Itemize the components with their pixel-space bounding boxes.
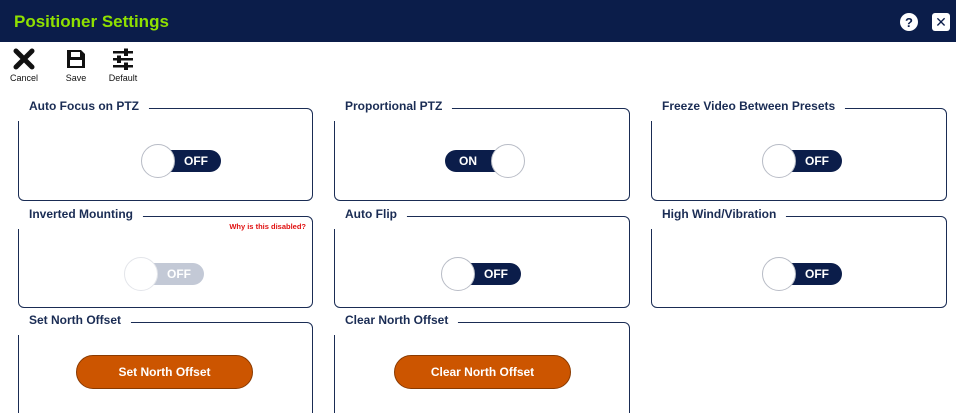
- setting-label: Proportional PTZ: [333, 97, 453, 121]
- toggle-knob: [762, 257, 796, 291]
- title-bar: Positioner Settings ? ✕: [0, 0, 956, 42]
- toggle-state: ON: [459, 154, 477, 168]
- setting-label: Freeze Video Between Presets: [650, 97, 846, 121]
- setting-label: Clear North Offset: [333, 311, 459, 335]
- why-disabled-link[interactable]: Why is this disabled?: [229, 222, 306, 231]
- setting-card-inverted-mounting: Inverted Mounting Why is this disabled? …: [17, 205, 313, 308]
- setting-card-set-north-offset: Set North Offset Set North Offset: [17, 311, 313, 413]
- toggle-state: OFF: [805, 154, 829, 168]
- default-button[interactable]: Default: [105, 48, 141, 83]
- setting-card-auto-flip: Auto Flip OFF: [333, 205, 630, 308]
- clear-north-offset-button[interactable]: Clear North Offset: [394, 355, 571, 389]
- window-title: Positioner Settings: [14, 12, 169, 31]
- cancel-label: Cancel: [10, 73, 39, 83]
- close-icon[interactable]: ✕: [932, 13, 950, 31]
- setting-label: High Wind/Vibration: [650, 205, 787, 229]
- sliders-icon: [113, 48, 133, 70]
- toggle-knob: [491, 144, 525, 178]
- setting-card-clear-north-offset: Clear North Offset Clear North Offset: [333, 311, 630, 413]
- setting-label: Set North Offset: [17, 311, 132, 335]
- default-label: Default: [108, 73, 138, 83]
- floppy-disk-icon: [67, 50, 85, 68]
- setting-label: Auto Focus on PTZ: [17, 97, 149, 121]
- auto-flip-toggle[interactable]: OFF: [441, 257, 521, 291]
- proportional-ptz-toggle[interactable]: ON: [445, 144, 525, 178]
- setting-card-high-wind: High Wind/Vibration OFF: [650, 205, 947, 308]
- toggle-knob: [762, 144, 796, 178]
- freeze-video-toggle[interactable]: OFF: [762, 144, 842, 178]
- auto-focus-toggle[interactable]: OFF: [141, 144, 221, 178]
- inverted-mounting-toggle: OFF: [124, 257, 204, 291]
- toggle-state: OFF: [184, 154, 208, 168]
- toggle-knob: [124, 257, 158, 291]
- help-icon[interactable]: ?: [900, 13, 918, 31]
- set-north-offset-button[interactable]: Set North Offset: [76, 355, 253, 389]
- toggle-state: OFF: [484, 267, 508, 281]
- save-button[interactable]: Save: [62, 48, 90, 83]
- toggle-knob: [141, 144, 175, 178]
- high-wind-toggle[interactable]: OFF: [762, 257, 842, 291]
- x-icon: [13, 48, 35, 70]
- toggle-state: OFF: [805, 267, 829, 281]
- toggle-knob: [441, 257, 475, 291]
- toolbar: Cancel Save Default: [0, 42, 956, 94]
- save-label: Save: [65, 73, 87, 83]
- setting-label: Inverted Mounting: [17, 205, 143, 229]
- setting-card-freeze-video: Freeze Video Between Presets OFF: [650, 97, 947, 201]
- setting-card-auto-focus: Auto Focus on PTZ OFF: [17, 97, 313, 201]
- toggle-state: OFF: [167, 267, 191, 281]
- setting-label: Auto Flip: [333, 205, 407, 229]
- cancel-button[interactable]: Cancel: [10, 48, 38, 83]
- setting-card-proportional-ptz: Proportional PTZ ON: [333, 97, 630, 201]
